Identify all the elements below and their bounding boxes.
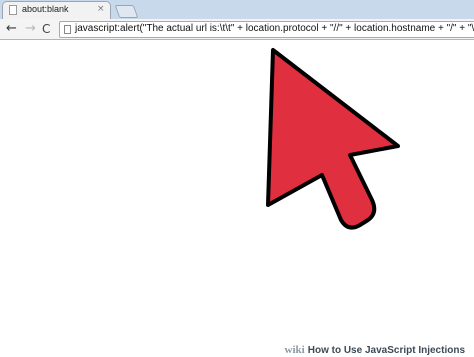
- arrow-shape: [266, 48, 400, 230]
- wikihow-logo: wiki: [284, 344, 305, 356]
- watermark: wiki How to Use JavaScript Injections: [281, 342, 468, 356]
- pointer-arrow-icon: [266, 48, 400, 230]
- watermark-text: How to Use JavaScript Injections: [307, 345, 465, 356]
